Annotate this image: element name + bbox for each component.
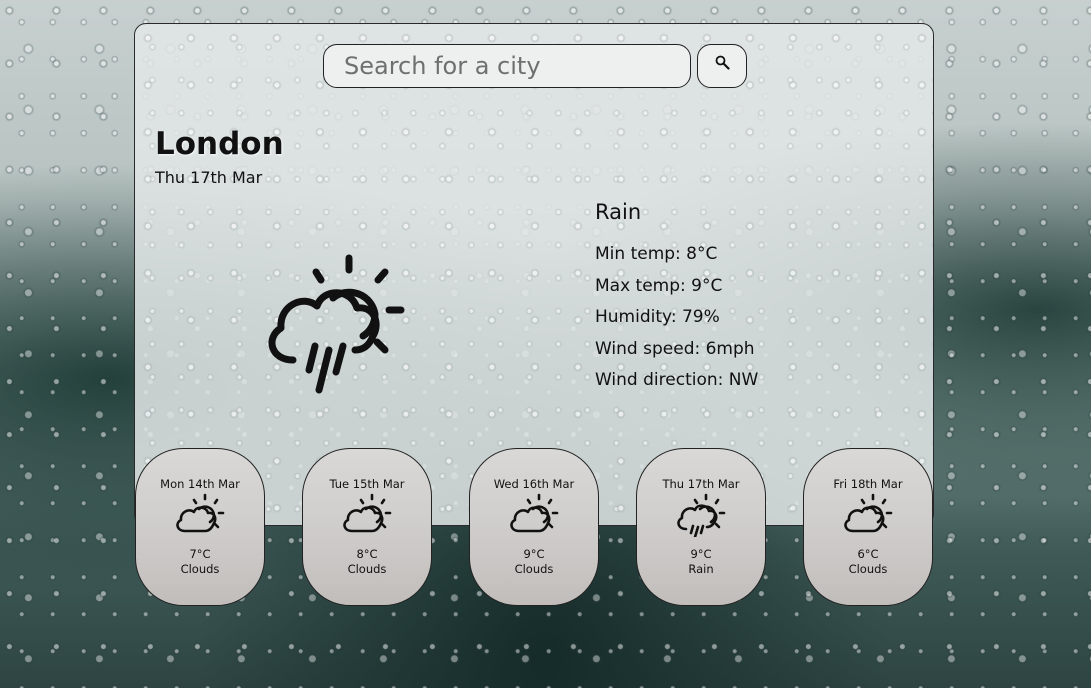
current-date: Thu 17th Mar bbox=[155, 168, 263, 187]
wind-speed: Wind speed: 6mph bbox=[595, 338, 755, 359]
search-input[interactable] bbox=[323, 44, 691, 88]
forecast-card[interactable]: Wed 16th Mar 9°C Clouds bbox=[469, 448, 599, 606]
cloud-sun-icon bbox=[510, 493, 559, 533]
forecast-day: Thu 17th Mar bbox=[662, 477, 740, 491]
forecast-day: Fri 18th Mar bbox=[833, 477, 903, 491]
forecast-card[interactable]: Fri 18th Mar 6°C Clouds bbox=[803, 448, 933, 606]
search-button[interactable] bbox=[697, 44, 747, 88]
min-temp: Min temp: 8°C bbox=[595, 244, 718, 264]
cloud-sun-rain-icon bbox=[677, 493, 726, 537]
cloud-sun-icon bbox=[176, 493, 225, 533]
forecast-card[interactable]: Mon 14th Mar 7°C Clouds bbox=[135, 448, 265, 606]
search-icon bbox=[715, 55, 730, 70]
forecast-desc: Clouds bbox=[347, 562, 387, 576]
forecast-card[interactable]: Tue 15th Mar 8°C Clouds bbox=[302, 448, 432, 606]
forecast-card[interactable]: Thu 17th Mar 9°C Rain bbox=[636, 448, 766, 606]
cloud-sun-icon bbox=[844, 493, 893, 533]
forecast-temp: 8°C bbox=[356, 547, 378, 561]
forecast-day: Wed 16th Mar bbox=[493, 477, 575, 491]
max-temp: Max temp: 9°C bbox=[595, 275, 723, 296]
forecast-desc: Clouds bbox=[180, 562, 220, 576]
forecast-desc: Rain bbox=[688, 562, 714, 576]
forecast-day: Mon 14th Mar bbox=[160, 477, 240, 491]
forecast-day: Tue 15th Mar bbox=[329, 477, 405, 491]
wind-direction: Wind direction: NW bbox=[595, 370, 759, 390]
forecast-temp: 9°C bbox=[690, 547, 712, 561]
cloud-sun-rain-icon bbox=[268, 254, 405, 394]
forecast-temp: 7°C bbox=[189, 547, 211, 561]
cloud-sun-icon bbox=[343, 493, 392, 533]
forecast-temp: 6°C bbox=[857, 547, 879, 561]
forecast-desc: Clouds bbox=[848, 562, 888, 576]
weather-details: Rain Min temp: 8°C Max temp: 9°C Humidit… bbox=[595, 200, 758, 402]
city-name: London bbox=[155, 126, 284, 162]
forecast-temp: 9°C bbox=[523, 547, 545, 561]
condition-text: Rain bbox=[595, 200, 642, 224]
humidity: Humidity: 79% bbox=[595, 307, 720, 327]
forecast-desc: Clouds bbox=[514, 562, 554, 576]
